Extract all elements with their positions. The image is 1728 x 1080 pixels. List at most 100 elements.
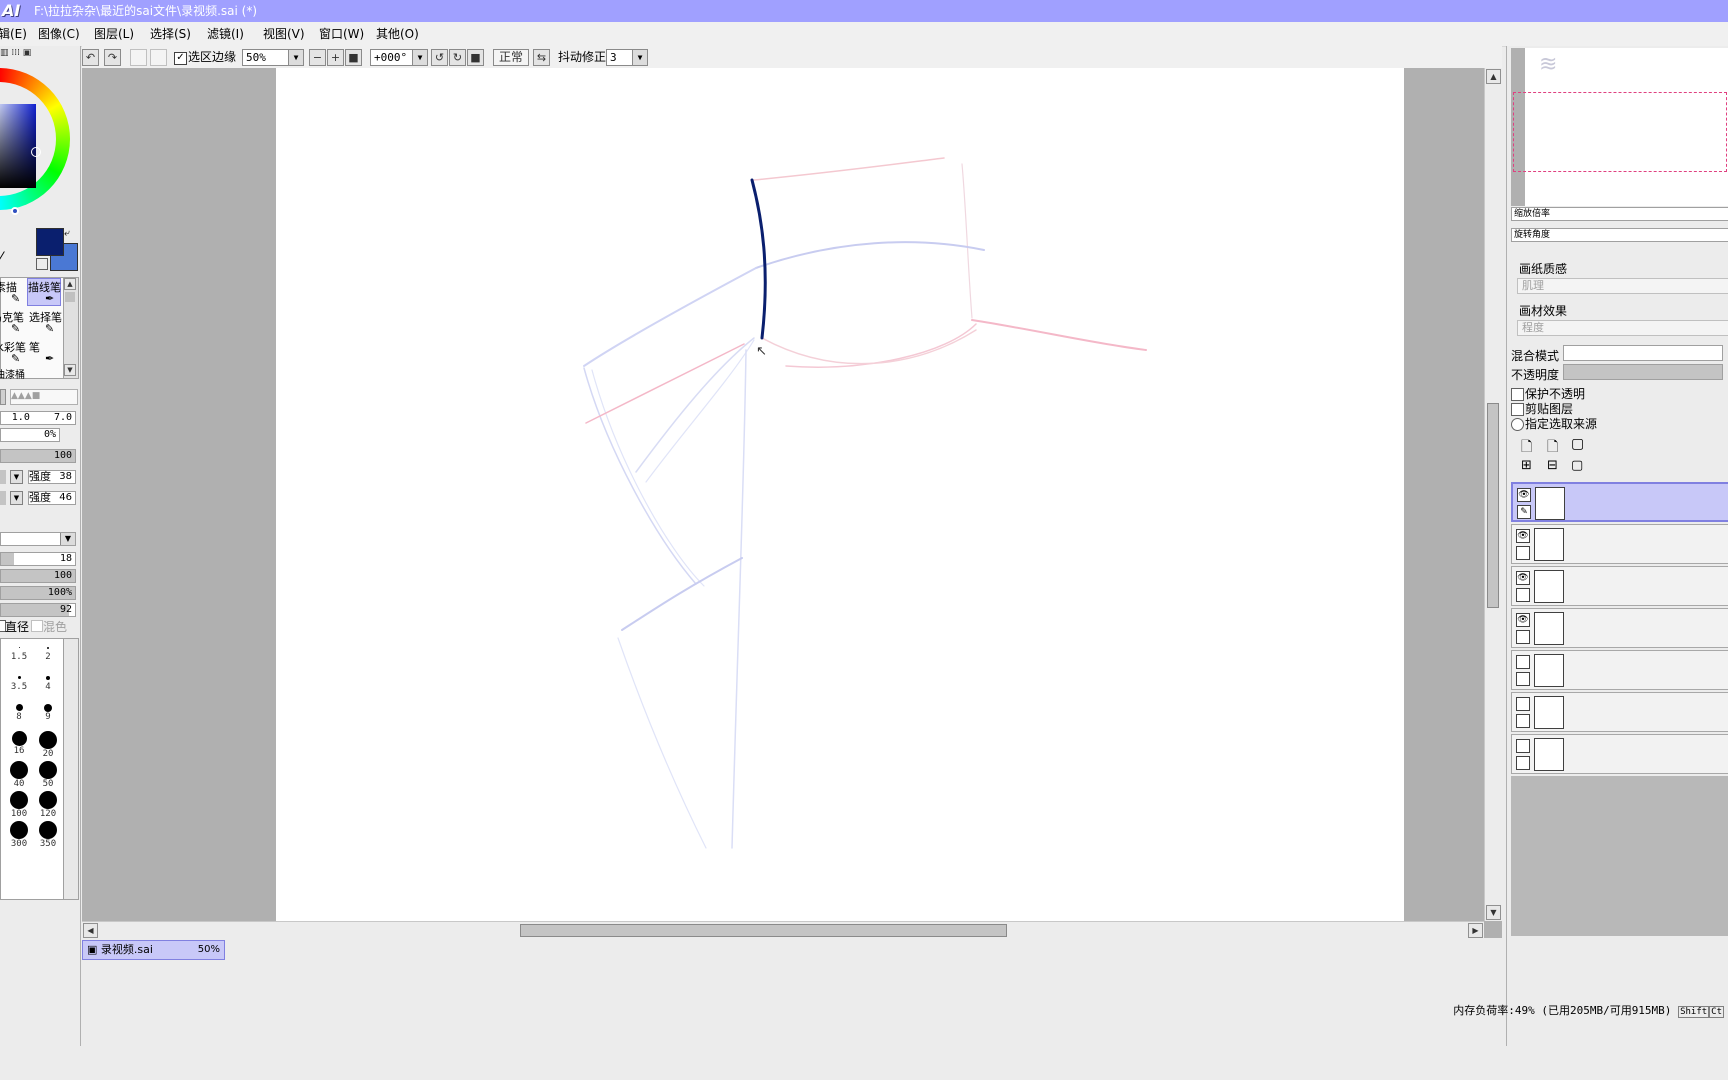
invert-selection-button[interactable]: [150, 49, 167, 66]
brush-shape-button[interactable]: [0, 389, 6, 405]
canvas-vertical-scrollbar[interactable]: ▲ ▼: [1484, 68, 1502, 921]
tool-grid-scrollbar[interactable]: ▲ ▼: [63, 277, 79, 379]
blend-mode-button[interactable]: 正常: [493, 49, 529, 66]
swap-colors-icon[interactable]: ⤶: [64, 228, 70, 239]
menu-select[interactable]: 选择(S): [150, 22, 191, 46]
document-tab[interactable]: ▣ 录视频.sai 50%: [82, 940, 225, 960]
scroll-down-icon[interactable]: ▼: [64, 364, 76, 376]
tool-bucket[interactable]: 油漆桶: [0, 366, 25, 381]
rotate-left-button[interactable]: ↺: [431, 49, 448, 66]
brush-dilution-slider[interactable]: 100: [0, 569, 76, 583]
clip-layer-checkbox[interactable]: [1511, 403, 1524, 416]
brush-texture-select[interactable]: ▼: [0, 532, 76, 546]
layer-item[interactable]: [1511, 650, 1728, 690]
brush-persistence-slider[interactable]: 100%: [0, 586, 76, 600]
eye-hidden-icon[interactable]: [1516, 655, 1530, 669]
lock-icon[interactable]: [1516, 588, 1530, 602]
rotation-select[interactable]: +000° ▼: [370, 49, 428, 66]
redo-button[interactable]: ↷: [104, 49, 121, 66]
brush-lock-icon[interactable]: ✎: [1517, 505, 1531, 519]
horizontal-scroll-thumb[interactable]: [520, 924, 1007, 937]
brush-size-3-5[interactable]: 3.5: [4, 671, 34, 701]
brush-size-1-5[interactable]: 1.5: [4, 641, 34, 671]
brush-size-350[interactable]: 350: [33, 821, 63, 851]
canvas-paper[interactable]: ↖: [276, 68, 1404, 921]
tool-pen[interactable]: 笔: [29, 339, 40, 355]
brush-tip-shapes[interactable]: ▲▲▲■: [10, 389, 78, 405]
brush-opacity-slider[interactable]: 92: [0, 603, 76, 617]
layer-item[interactable]: 👁: [1511, 566, 1728, 606]
navigator-preview[interactable]: ≋: [1511, 48, 1728, 206]
menu-edit[interactable]: 辑(E): [0, 22, 27, 46]
blend-checkbox[interactable]: [31, 620, 43, 632]
strength1-field[interactable]: 强度 38: [28, 470, 76, 484]
brush-size-9[interactable]: 9: [33, 701, 63, 731]
brush-size-120[interactable]: 120: [33, 791, 63, 821]
selection-edge-checkbox[interactable]: ✓: [174, 52, 187, 65]
zoom-select[interactable]: 50% ▼: [242, 49, 304, 66]
saturation-value-square[interactable]: [0, 104, 36, 188]
brush-size-scrollbar[interactable]: [63, 638, 79, 900]
color-mode-icons[interactable]: ▥ ⁞⁞⁞ ▣: [0, 48, 31, 58]
brush-density-slider[interactable]: 0%: [0, 428, 60, 442]
vertical-scroll-thumb[interactable]: [1487, 403, 1499, 608]
tool-lineart-pen[interactable]: 描线笔: [27, 278, 61, 306]
lock-icon[interactable]: [1516, 630, 1530, 644]
menu-view[interactable]: 视图(V): [263, 22, 305, 46]
zoom-out-button[interactable]: −: [309, 49, 326, 66]
brush-blending-slider[interactable]: 18: [0, 552, 76, 566]
menu-window[interactable]: 窗口(W): [319, 22, 364, 46]
chevron-down-icon[interactable]: ▼: [10, 491, 23, 505]
paper-effect-select[interactable]: 程度: [1517, 320, 1728, 336]
menu-layer[interactable]: 图层(L): [94, 22, 134, 46]
menu-filter[interactable]: 滤镜(I): [207, 22, 244, 46]
brush-size-50[interactable]: 50: [33, 761, 63, 791]
brush-size-100[interactable]: 100: [4, 791, 34, 821]
brush-size-range[interactable]: 1.0 7.0: [0, 411, 76, 425]
scroll-up-icon[interactable]: ▲: [1486, 69, 1501, 84]
brush-size-2[interactable]: 2: [33, 641, 63, 671]
chevron-down-icon[interactable]: ▼: [10, 470, 23, 484]
zoom-in-button[interactable]: +: [327, 49, 344, 66]
brush-min-size-slider[interactable]: 100: [0, 449, 76, 463]
stabilizer-select[interactable]: 3 ▼: [606, 49, 648, 66]
eye-hidden-icon[interactable]: [1516, 739, 1530, 753]
lock-icon[interactable]: [1516, 714, 1530, 728]
rotate-reset-button[interactable]: ■: [467, 49, 484, 66]
flip-button[interactable]: ⇆: [533, 49, 550, 66]
brush-size-16[interactable]: 16: [4, 731, 34, 761]
selection-source-radio[interactable]: [1511, 418, 1524, 431]
layer-item[interactable]: [1511, 734, 1728, 774]
merge-down-icon[interactable]: ⊟: [1547, 458, 1558, 473]
delete-layer-icon[interactable]: ▢: [1571, 458, 1583, 473]
rotate-right-button[interactable]: ↻: [449, 49, 466, 66]
scroll-up-icon[interactable]: ▲: [64, 278, 76, 290]
transfer-down-icon[interactable]: ⊞: [1521, 458, 1532, 473]
undo-button[interactable]: ↶: [82, 49, 99, 66]
navigator-zoom-slider[interactable]: 缩放倍率: [1511, 207, 1728, 221]
layer-item[interactable]: 👁: [1511, 524, 1728, 564]
eye-icon[interactable]: 👁: [1516, 571, 1530, 585]
paper-texture-select[interactable]: 肌理: [1517, 278, 1728, 294]
deselect-button[interactable]: [130, 49, 147, 66]
layer-item[interactable]: 👁: [1511, 608, 1728, 648]
menu-image[interactable]: 图像(C): [38, 22, 80, 46]
lock-icon[interactable]: [1516, 546, 1530, 560]
brush-size-4[interactable]: 4: [33, 671, 63, 701]
layer-opacity-slider[interactable]: [1563, 364, 1723, 380]
canvas-horizontal-scrollbar[interactable]: ◀ ▶: [82, 921, 1484, 939]
strength2-field[interactable]: 强度 46: [28, 491, 76, 505]
scroll-left-icon[interactable]: ◀: [83, 923, 98, 938]
brush-size-8[interactable]: 8: [4, 701, 34, 731]
layer-blend-mode-select[interactable]: [1563, 345, 1723, 361]
eye-icon[interactable]: 👁: [1516, 529, 1530, 543]
brush-size-40[interactable]: 40: [4, 761, 34, 791]
menu-other[interactable]: 其他(O): [376, 22, 419, 46]
protect-opacity-checkbox[interactable]: [1511, 388, 1524, 401]
brush-size-20[interactable]: 20: [33, 731, 63, 761]
eye-icon[interactable]: 👁: [1516, 613, 1530, 627]
layer-item[interactable]: [1511, 692, 1728, 732]
transparent-color-icon[interactable]: [36, 258, 48, 270]
new-linework-layer-icon[interactable]: 🗋: [1547, 436, 1558, 460]
eye-hidden-icon[interactable]: [1516, 697, 1530, 711]
